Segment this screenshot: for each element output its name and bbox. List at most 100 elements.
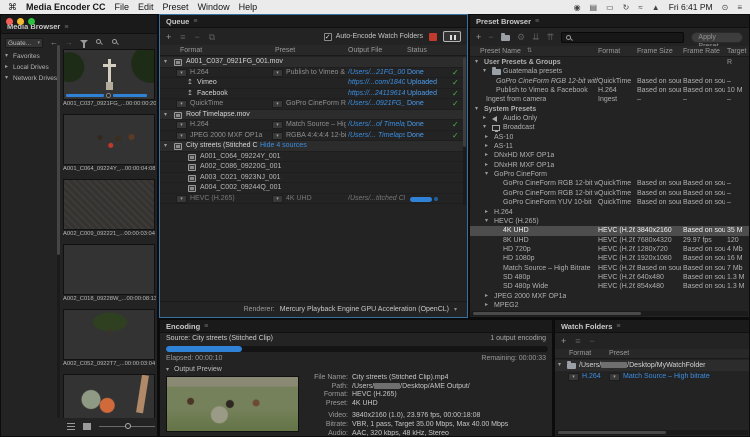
watch-format[interactable]: H.264 bbox=[582, 371, 601, 382]
chevron-down-icon[interactable] bbox=[558, 360, 561, 371]
queue-row[interactable]: Facebook https://...24119614602283 Uploa… bbox=[160, 89, 463, 100]
clip-thumbnail-soccer[interactable] bbox=[63, 114, 155, 165]
output-preset[interactable]: Match Source – High bitr... bbox=[286, 120, 346, 131]
output-preset[interactable]: Publish to Vimeo & Face... bbox=[286, 68, 346, 79]
output-file-link[interactable]: /Users/...21FG_001_1.mp4 bbox=[348, 68, 405, 79]
column-frame-size[interactable]: Frame Size bbox=[637, 46, 673, 57]
watch-folder-row[interactable]: /Users//Desktop/MyWatchFolder bbox=[555, 360, 749, 371]
chevron-down-icon[interactable] bbox=[475, 105, 478, 114]
tree-item-network-drives[interactable]: Network Drives bbox=[4, 73, 60, 84]
new-group-button[interactable] bbox=[501, 35, 510, 41]
preset-row[interactable]: Ingest from cameraIngest––– bbox=[470, 95, 749, 104]
format-dropdown[interactable] bbox=[176, 69, 187, 77]
output-format[interactable]: H.264 bbox=[190, 120, 268, 131]
upload-url-link[interactable]: https://...24119614602283 bbox=[348, 89, 405, 100]
clip-item[interactable]: A001_C037_0921FG_...00:00:00:20 bbox=[63, 49, 155, 109]
add-output-button[interactable] bbox=[575, 335, 580, 347]
chevron-down-icon[interactable] bbox=[164, 110, 167, 121]
sync-status-icon[interactable]: ↻ bbox=[623, 3, 630, 12]
tab-watch-folders[interactable]: Watch Folders bbox=[561, 322, 612, 331]
preset-category-row[interactable]: JPEG 2000 MXF OP1a bbox=[470, 292, 749, 301]
chevron-down-icon[interactable] bbox=[485, 170, 488, 179]
notification-center-icon[interactable]: ≡ bbox=[737, 3, 742, 12]
camera-status-icon[interactable]: ◉ bbox=[574, 3, 581, 12]
menu-file[interactable]: File bbox=[115, 2, 130, 12]
panel-menu-icon[interactable] bbox=[204, 323, 208, 330]
queue-row[interactable]: A004_C002_09244Q_001 bbox=[160, 183, 463, 194]
chevron-down-icon[interactable] bbox=[475, 58, 478, 67]
queue-row[interactable]: Vimeo https://...com/184066142 Uploaded bbox=[160, 78, 463, 89]
preset-row[interactable]: 8K UHDHEVC (H.265)7680x432029.97 fps120 bbox=[470, 236, 749, 245]
clip-thumbnail-lake-town[interactable] bbox=[63, 179, 155, 230]
output-format[interactable]: QuickTime bbox=[190, 99, 268, 110]
remove-watch-folder-button[interactable] bbox=[590, 335, 595, 347]
preset-dropdown[interactable] bbox=[272, 195, 283, 203]
chevron-down-icon[interactable] bbox=[483, 123, 486, 132]
output-format[interactable]: JPEG 2000 MXF OP1a bbox=[190, 131, 268, 142]
media-browser-scrollbar[interactable] bbox=[57, 45, 60, 418]
remove-button[interactable] bbox=[195, 31, 200, 43]
preset-category-row[interactable]: HEVC (H.265) bbox=[470, 217, 749, 226]
menu-edit[interactable]: Edit bbox=[138, 2, 154, 12]
panel-menu-icon[interactable] bbox=[535, 18, 539, 25]
tab-preset-browser[interactable]: Preset Browser bbox=[476, 17, 531, 26]
queue-row[interactable]: Roof Timelapse.mov bbox=[160, 110, 463, 121]
export-preset-button[interactable]: ⇈ bbox=[547, 31, 555, 43]
queue-row-encoding[interactable]: HEVC (H.265) 4K UHD /Users/...titched Cl… bbox=[160, 194, 463, 205]
output-preview-toggle[interactable]: Output Preview bbox=[166, 366, 222, 373]
preset-dropdown[interactable] bbox=[272, 121, 283, 129]
preset-dropdown[interactable] bbox=[272, 132, 283, 140]
panel-menu-icon[interactable] bbox=[193, 18, 197, 25]
clip-item[interactable]: A002_C052_0922T7_...00:00:03:04 bbox=[63, 309, 155, 369]
preset-category-row[interactable]: Broadcast bbox=[470, 123, 749, 132]
delete-preset-button[interactable] bbox=[488, 31, 493, 43]
clip-item[interactable]: A002_C009_092221_...00:00:03:04 bbox=[63, 179, 155, 239]
app-menu-title[interactable]: Media Encoder CC bbox=[26, 2, 106, 12]
watch-folder-output-row[interactable]: H.264 Match Source – High bitrate bbox=[555, 371, 749, 382]
chevron-right-icon[interactable] bbox=[485, 292, 488, 301]
preset-row[interactable]: Match Source – High BitrateHEVC (H.265)B… bbox=[470, 264, 749, 273]
queue-row[interactable]: City streets (Stitched Clip) Hide 4 sour… bbox=[160, 141, 463, 152]
clip-thumbnail-ball[interactable] bbox=[63, 374, 155, 418]
preset-group-row[interactable]: Guatemala presets bbox=[470, 67, 749, 76]
slider-knob[interactable] bbox=[125, 423, 131, 429]
preset-row[interactable]: HD 1080pHEVC (H.265)1920x1080Based on so… bbox=[470, 254, 749, 263]
add-source-button[interactable] bbox=[166, 31, 171, 43]
chevron-down-icon[interactable] bbox=[5, 51, 8, 62]
preset-category-row[interactable]: DNxHD MXF OP1a bbox=[470, 151, 749, 160]
column-format[interactable]: Format bbox=[569, 349, 591, 359]
format-dropdown[interactable] bbox=[176, 121, 187, 129]
output-preset[interactable]: 4K UHD bbox=[286, 194, 346, 205]
queue-row[interactable]: A001_C037_0921FG_001.mov bbox=[160, 57, 463, 68]
preset-row[interactable]: HD 720pHEVC (H.265)1280x720Based on sour… bbox=[470, 245, 749, 254]
import-preset-button[interactable]: ⇊ bbox=[532, 31, 540, 43]
filter-icon[interactable] bbox=[80, 40, 88, 44]
chevron-right-icon[interactable] bbox=[485, 208, 488, 217]
chevron-down-icon[interactable] bbox=[164, 141, 167, 152]
watch-preset[interactable]: Match Source – High bitrate bbox=[623, 371, 747, 382]
clip-item[interactable] bbox=[63, 374, 155, 418]
column-preset-name[interactable]: Preset Name bbox=[480, 46, 521, 57]
menu-clock[interactable]: Fri 6:41 PM bbox=[669, 2, 713, 12]
tab-queue[interactable]: Queue bbox=[166, 17, 189, 26]
chevron-right-icon[interactable] bbox=[485, 133, 488, 142]
preset-group-row[interactable]: User Presets & Groups bbox=[470, 58, 749, 67]
zoom-search-icon[interactable] bbox=[112, 39, 117, 44]
preset-category-row[interactable]: AS-11 bbox=[470, 142, 749, 151]
preset-category-row[interactable]: AS-10 bbox=[470, 133, 749, 142]
queue-row[interactable]: H.264 Match Source – High bitr... /Users… bbox=[160, 120, 463, 131]
output-file-link[interactable]: /Users/...of Timelapse.mp4 bbox=[348, 120, 405, 131]
format-dropdown[interactable] bbox=[176, 195, 187, 203]
preset-row-selected[interactable]: 4K UHDHEVC (H.265)3840x2160Based on sour… bbox=[470, 226, 749, 235]
preset-dropdown[interactable] bbox=[609, 373, 620, 381]
pause-queue-button[interactable] bbox=[443, 31, 461, 42]
preset-dropdown[interactable] bbox=[272, 100, 283, 108]
column-format[interactable]: Format bbox=[180, 45, 202, 56]
preset-row[interactable]: SD 480pHEVC (H.265)640x480Based on sourc… bbox=[470, 273, 749, 282]
output-file-link[interactable]: /Users/...0921FG_001.mov bbox=[348, 99, 405, 110]
clip-thumbnail-cross-monument[interactable] bbox=[63, 49, 155, 100]
display-status-icon[interactable]: ▭ bbox=[606, 3, 614, 12]
format-dropdown[interactable] bbox=[176, 100, 187, 108]
clip-thumbnail-forest[interactable] bbox=[63, 244, 155, 295]
preset-row[interactable]: GoPro CineForm YUV 10-bitQuickTimeBased … bbox=[470, 198, 749, 207]
